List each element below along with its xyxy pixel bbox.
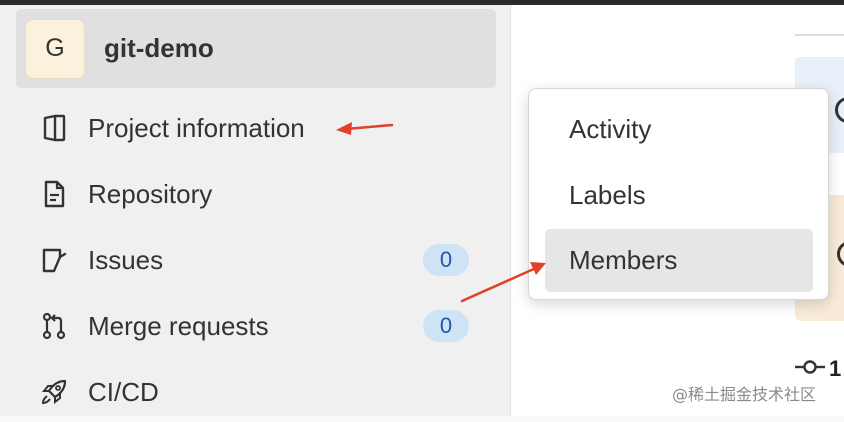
sidebar-item-label: Issues <box>88 244 164 275</box>
project-header[interactable]: G git-demo <box>16 9 496 88</box>
merge-requests-count-badge: 0 <box>423 310 469 342</box>
sidebar-item-repository[interactable]: Repository <box>16 164 496 224</box>
flyout-item-labels[interactable]: Labels <box>545 164 813 227</box>
flyout-item-members[interactable]: Members <box>545 229 813 292</box>
sidebar-item-label: Repository <box>88 178 213 209</box>
sidebar: G git-demo Project information Repositor… <box>0 5 511 416</box>
watermark: @稀土掘金技术社区 <box>672 385 817 404</box>
sidebar-item-label: Project information <box>88 112 305 143</box>
sidebar-item-merge-requests[interactable]: Merge requests 0 <box>16 296 496 356</box>
project-avatar: G <box>25 18 85 79</box>
issues-count-badge: 0 <box>423 244 469 276</box>
sidebar-item-label: Merge requests <box>88 310 269 341</box>
project-name: git-demo <box>104 33 214 63</box>
sidebar-item-issues[interactable]: Issues 0 <box>16 230 496 290</box>
commit-count: 1 <box>829 356 842 381</box>
sidebar-item-ci-cd[interactable]: CI/CD <box>16 362 496 422</box>
commits-link[interactable]: 1 <box>795 355 841 383</box>
project-information-flyout: Activity Labels Members <box>528 88 829 300</box>
sidebar-item-project-information[interactable]: Project information <box>16 98 496 158</box>
flyout-item-activity[interactable]: Activity <box>545 98 813 161</box>
commit-icon <box>795 358 825 381</box>
rocket-icon <box>36 374 72 410</box>
document-icon <box>36 176 72 212</box>
project-information-icon <box>36 110 72 146</box>
issues-icon <box>36 242 72 278</box>
divider <box>795 34 844 36</box>
sidebar-item-label: CI/CD <box>88 376 159 407</box>
merge-request-icon <box>36 308 72 344</box>
